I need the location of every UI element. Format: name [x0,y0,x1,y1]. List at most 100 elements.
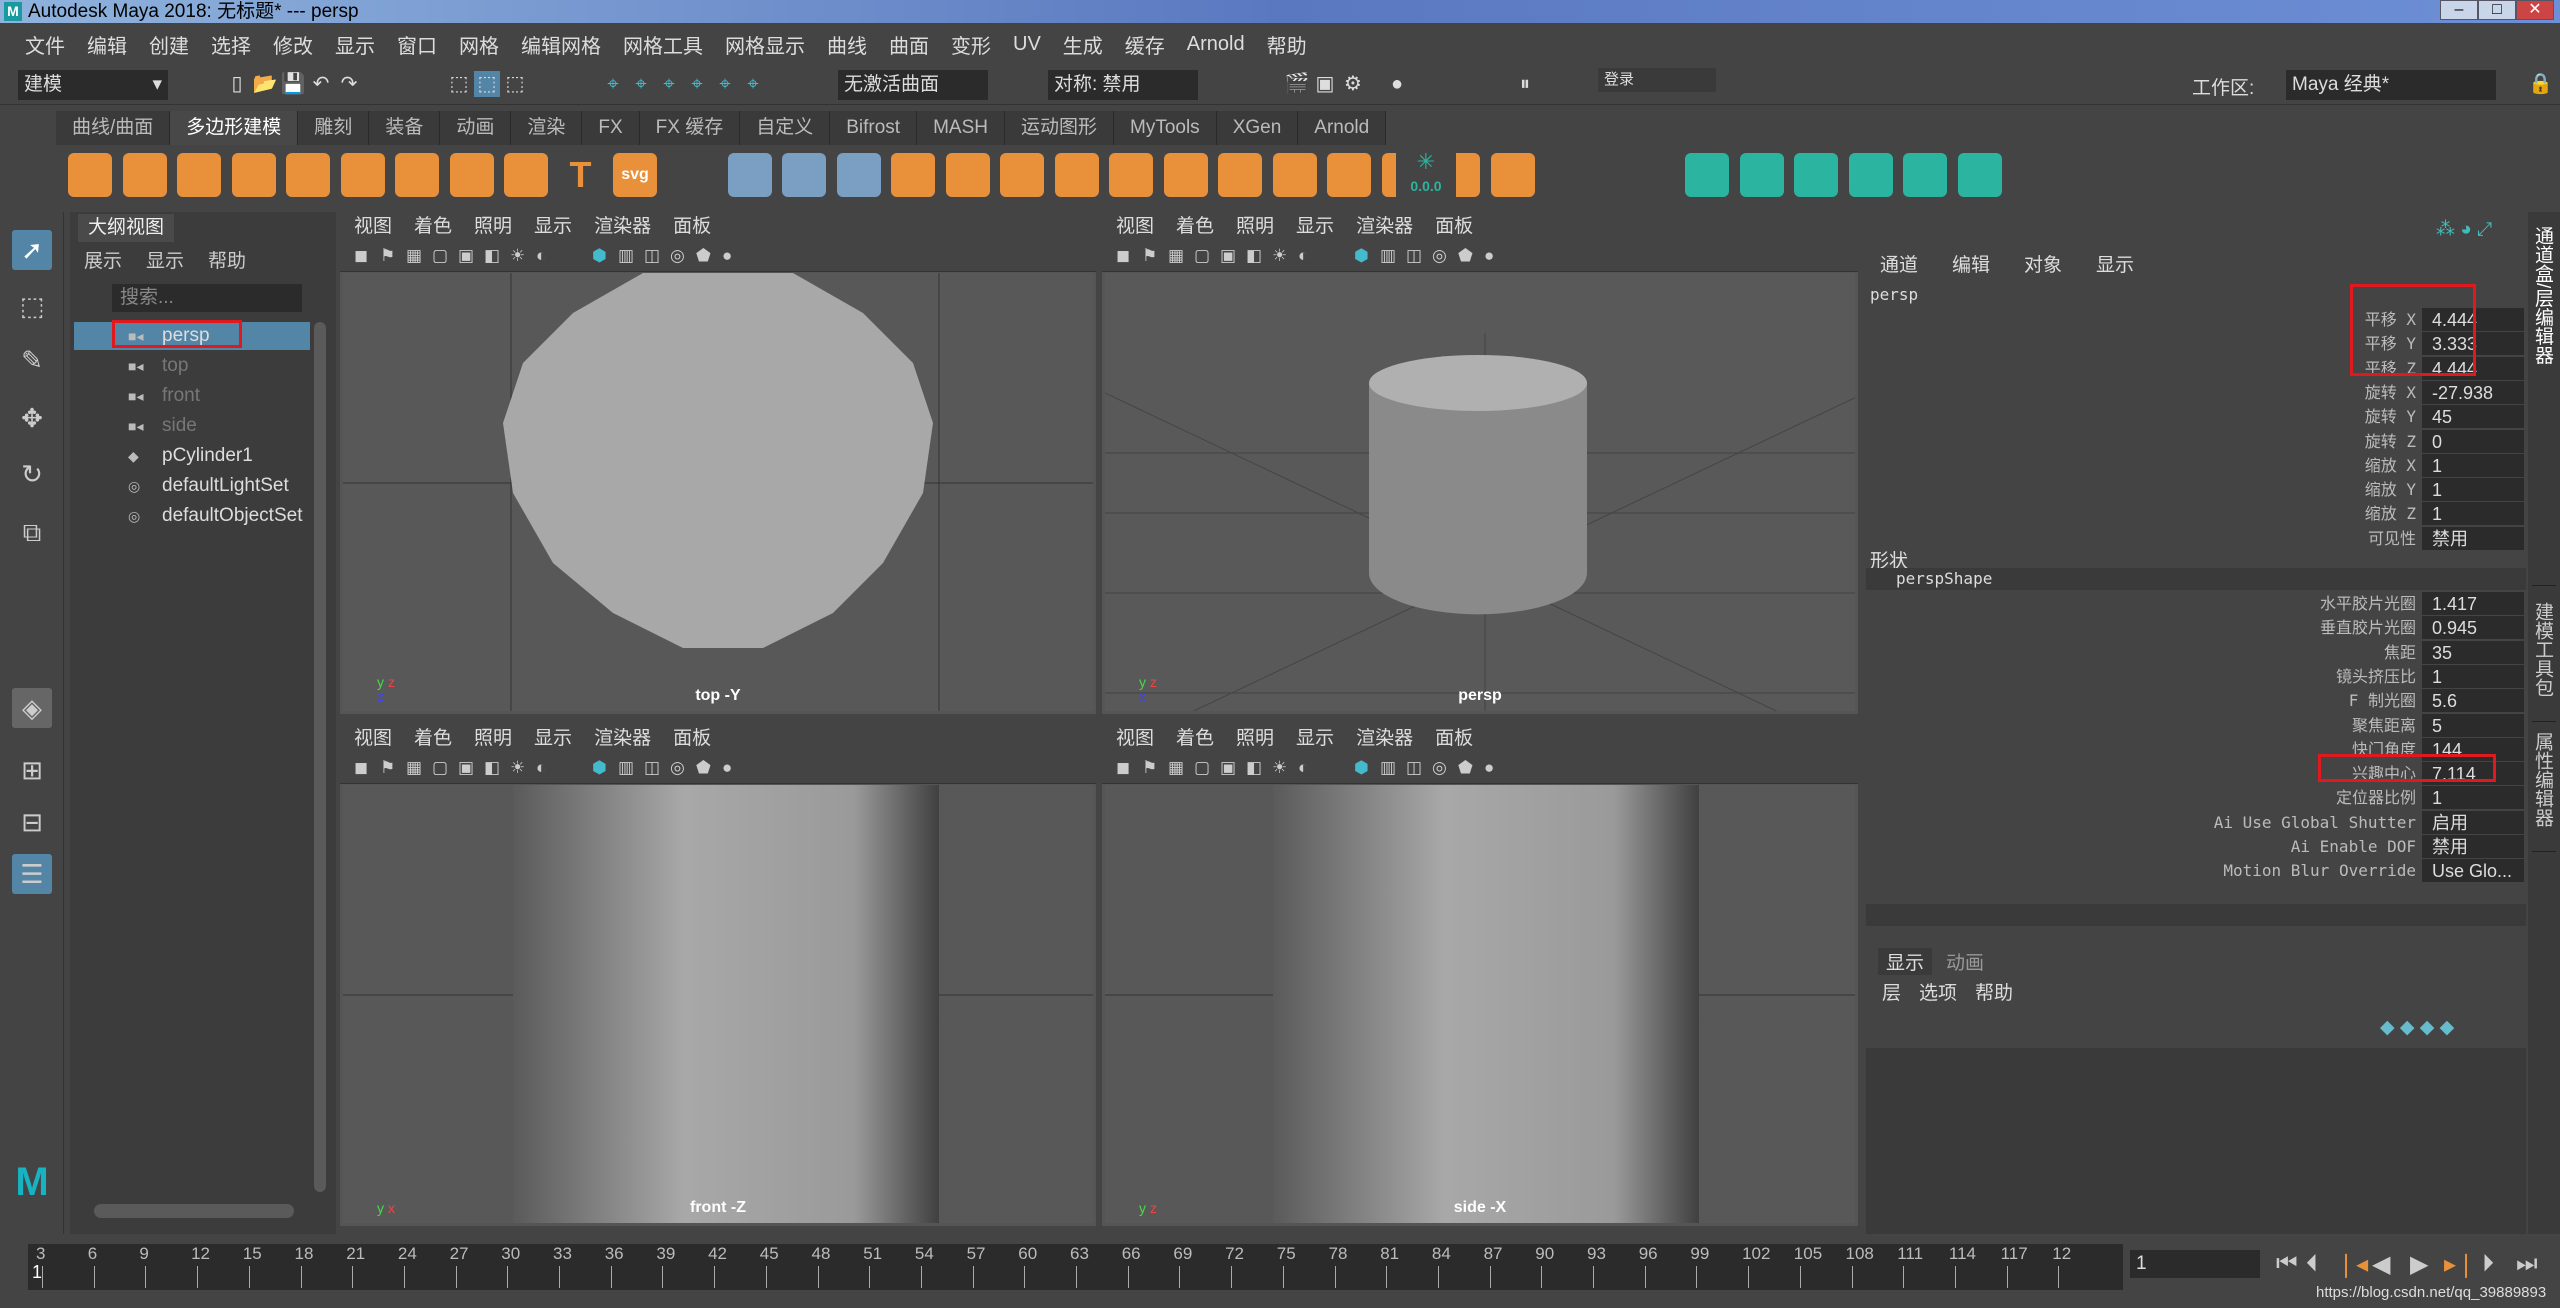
menu-set-dropdown[interactable]: 建模 ▾ [18,70,168,100]
menu-item[interactable]: 网格 [448,30,510,59]
shaded-icon[interactable]: ▣ [458,758,474,778]
play-forward-icon[interactable]: ▶ [2410,1250,2428,1279]
channel-row[interactable]: 定位器比例 1 [1866,786,2526,810]
undo-icon[interactable]: ↶ [308,71,334,97]
menu-item[interactable]: 曲线 [816,30,878,59]
camera-icon[interactable]: ◼ [354,246,368,266]
snap-point-icon[interactable]: ⌖ [656,71,682,97]
dof-icon[interactable]: ● [1484,758,1494,778]
camera-icon[interactable]: ◼ [1116,246,1130,266]
move-tool-icon[interactable]: ✥ [12,398,52,438]
shelf-tab[interactable]: MyTools [1114,111,1217,145]
scale-tool-icon[interactable]: ⧉ [12,512,52,552]
grid-icon[interactable]: ▦ [406,246,422,266]
menu-item[interactable]: 窗口 [386,30,448,59]
layer-tab-anim[interactable]: 动画 [1946,948,1984,975]
wireframe-icon[interactable]: ▢ [1194,246,1210,266]
cube-icon[interactable] [122,153,167,197]
cut-uv-icon[interactable] [1685,153,1729,197]
shaded-icon[interactable]: ▣ [458,246,474,266]
multi-cut-icon[interactable] [1218,153,1262,197]
viewport-canvas[interactable]: front -Z y x [343,785,1093,1223]
select-tool-icon[interactable]: ➚ [12,230,52,270]
shelf-tab[interactable]: Arnold [1298,111,1387,145]
redo-icon[interactable]: ↷ [336,71,362,97]
channel-row[interactable]: 聚焦距离 5 [1866,713,2526,738]
viewport-menu-item[interactable]: 着色 [414,724,452,754]
viewport-menu-item[interactable]: 渲染器 [594,212,651,242]
viewport-menu-item[interactable]: 照明 [1236,724,1274,754]
menu-item[interactable]: 生成 [1052,30,1114,59]
xray-icon[interactable]: ▥ [618,758,634,778]
bookmark-icon[interactable]: ⚑ [380,758,395,778]
textured-icon[interactable]: ◧ [484,758,500,778]
viewport-menu-item[interactable]: 面板 [1435,212,1473,242]
live-surface-field[interactable]: 无激活曲面 [838,70,988,100]
channel-value[interactable]: 1 [2422,664,2524,688]
viewport-menu-item[interactable]: 着色 [1176,212,1214,242]
tab-modeling-toolkit[interactable]: 建模工具包 [2532,602,2556,722]
sphere-icon[interactable] [68,153,112,197]
wireframe-icon[interactable]: ▢ [432,246,448,266]
step-forward-key-icon[interactable]: ▸❘ [2444,1250,2476,1279]
channel-value[interactable]: 禁用 [2422,526,2524,550]
go-to-start-icon[interactable]: ⏮ [2276,1250,2298,1278]
cylinder-icon[interactable] [177,153,221,197]
lights-icon[interactable]: ☀ [510,246,525,266]
type-icon[interactable]: T [559,153,603,197]
lights-icon[interactable]: ☀ [1272,246,1287,266]
layer-menu-help[interactable]: 帮助 [1975,978,2013,1005]
shaded-icon[interactable]: ▣ [1220,246,1236,266]
channel-scroll-area[interactable] [1866,904,2526,926]
ao-icon[interactable]: ◎ [1432,758,1447,778]
cone-icon[interactable] [231,153,276,197]
single-view-icon[interactable]: ◈ [12,688,52,728]
shadows-icon[interactable]: ◐ [536,758,546,778]
plane-icon[interactable] [340,153,385,197]
camera-icon[interactable]: ◼ [354,758,368,778]
textured-icon[interactable]: ◧ [484,246,500,266]
channel-value[interactable]: 5.6 [2422,689,2524,713]
close-button[interactable]: ✕ [2516,0,2554,20]
bookmark-icon[interactable]: ⚑ [1142,758,1157,778]
channel-value[interactable]: 1 [2422,502,2524,526]
layer-tab-display[interactable]: 显示 [1878,948,1933,975]
snap-view-icon[interactable]: ⌖ [684,71,710,97]
hypershade-icon[interactable]: ● [1384,71,1410,97]
outliner-menu-show[interactable]: 展示 [84,246,122,273]
shaded-icon[interactable]: ▣ [1220,758,1236,778]
camera-icon[interactable]: ◼ [1116,758,1130,778]
channel-row[interactable]: Ai Enable DOF 禁用 [1866,835,2526,859]
ao-icon[interactable]: ◎ [670,758,685,778]
snap-curve-icon[interactable]: ⌖ [628,71,654,97]
super-shape-icon[interactable] [504,153,548,197]
menu-item[interactable]: 文件 [14,30,76,59]
separate-icon[interactable] [836,153,881,197]
menu-item[interactable]: 编辑 [76,30,138,59]
lights-icon[interactable]: ☀ [510,758,525,778]
aa-icon[interactable]: ⬟ [1458,758,1473,778]
shelf-tab[interactable]: 雕刻 [298,111,370,145]
viewport-menu-item[interactable]: 显示 [534,724,572,754]
lock-icon[interactable]: 🔒 [2528,71,2553,96]
paint-select-icon[interactable]: ✎ [12,340,52,380]
outliner-item[interactable]: ◆ pCylinder1 [74,442,310,470]
isolate-icon[interactable]: ⬢ [1354,246,1369,266]
render-icon[interactable]: 🎬 [1284,71,1310,97]
xray-icon[interactable]: ▥ [618,246,634,266]
two-view-icon[interactable]: ⊟ [12,802,52,842]
shadows-icon[interactable]: ◐ [1298,758,1308,778]
shadows-icon[interactable]: ◐ [1298,246,1308,266]
outliner-menu-help[interactable]: 帮助 [208,246,246,273]
horizontal-scrollbar[interactable] [94,1204,294,1218]
viewport-canvas[interactable]: top -Y y z z [343,273,1093,711]
menu-item[interactable]: 修改 [262,30,324,59]
channel-row[interactable]: 焦距 35 [1866,640,2526,665]
viewport-menu-item[interactable]: 显示 [534,212,572,242]
isolate-icon[interactable]: ⬢ [1354,758,1369,778]
channel-menu-show[interactable]: 显示 [2096,250,2134,277]
maximize-button[interactable]: □ [2478,0,2516,20]
extrude-icon[interactable] [945,153,990,197]
layer-list[interactable] [1866,1048,2526,1234]
torus-icon[interactable] [286,153,330,197]
